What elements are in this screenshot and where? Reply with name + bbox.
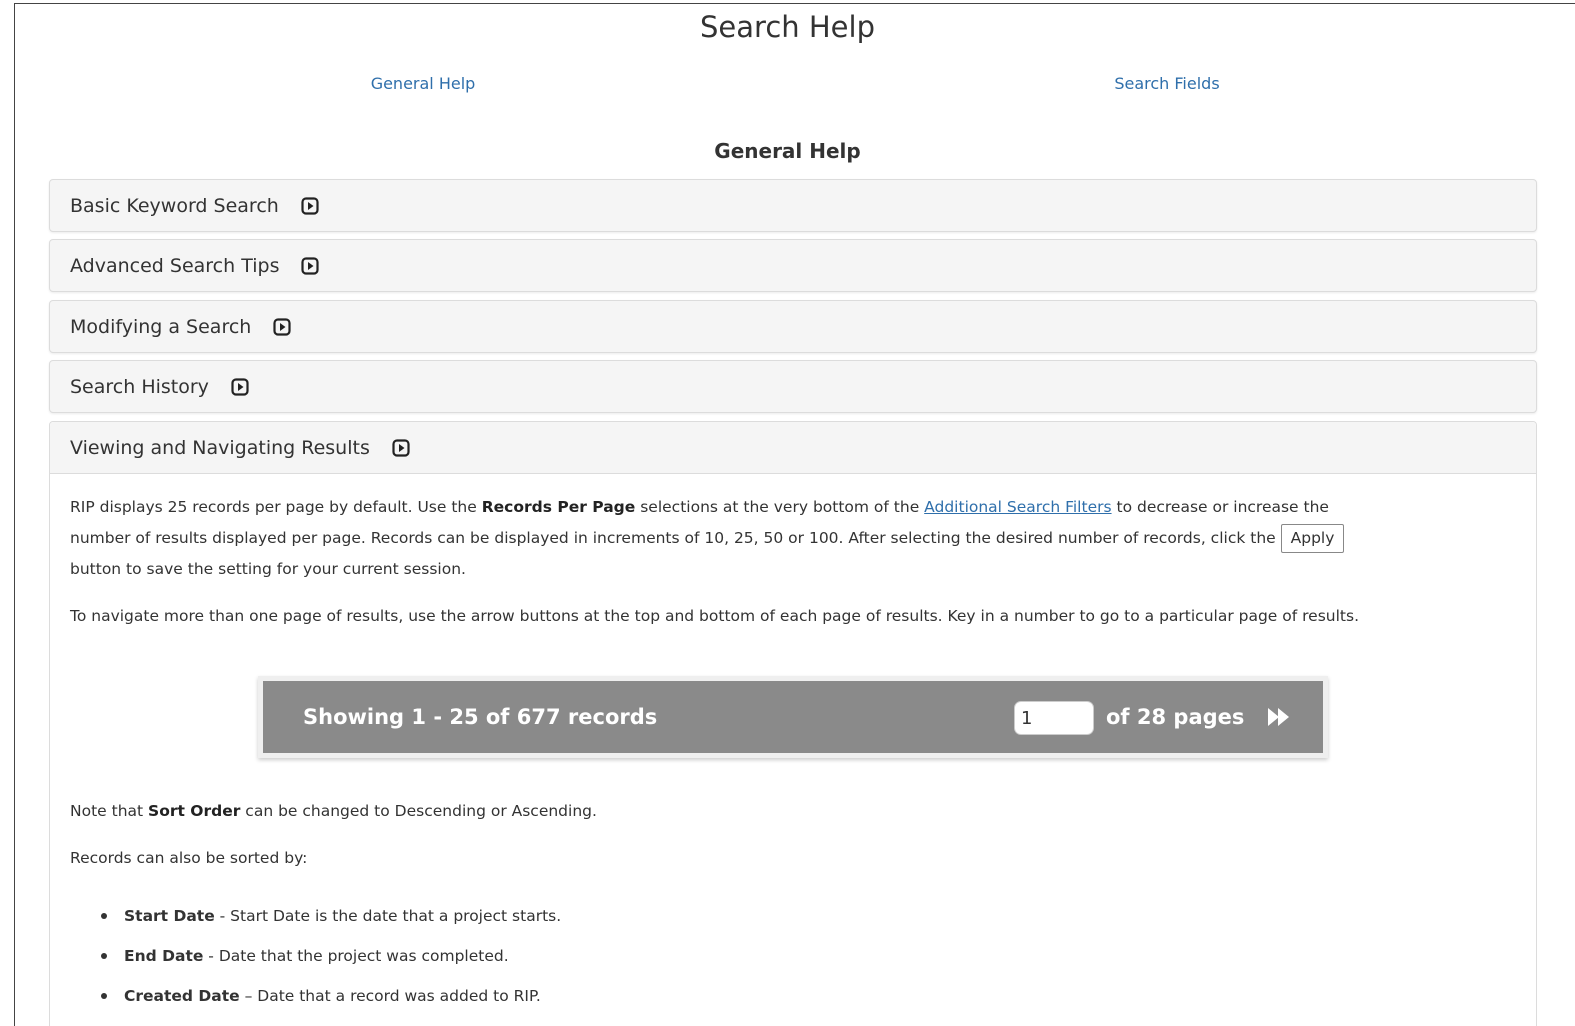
text: can be changed to Descending or Ascendin… [240,802,597,820]
records-per-page-term: Records Per Page [481,498,636,516]
accordion-modifying-a-search: Modifying a Search [49,300,1537,353]
fast-forward-icon[interactable] [1266,705,1294,729]
accordion-basic-keyword-search: Basic Keyword Search [49,179,1537,232]
sort-order-note: Note that Sort Order can be changed to D… [70,796,597,827]
accordion-advanced-search-tips: Advanced Search Tips [49,239,1537,292]
additional-search-filters-link[interactable]: Additional Search Filters [924,498,1111,516]
expand-toggle-icon[interactable] [273,317,291,336]
page-number-input[interactable] [1014,701,1094,735]
expand-toggle-icon[interactable] [301,256,320,275]
section-title: General Help [714,139,861,163]
sort-term: Start Date [124,907,215,925]
accordion-header[interactable]: Viewing and Navigating Results [70,422,410,473]
navigation-paragraph: To navigate more than one page of result… [70,607,1359,625]
total-pages-label: of 28 pages [1106,705,1245,729]
accordion-header[interactable]: Modifying a Search [70,301,291,352]
text: Note that [70,802,149,820]
accordion-label: Search History [70,375,209,398]
accordion-search-history: Search History [49,360,1537,413]
sort-term: Created Date [124,987,240,1005]
page-title: Search Help [700,10,875,44]
sort-description: – Date that a record was added to RIP. [239,987,541,1005]
text: button to save the setting for your curr… [70,560,466,578]
accordion-header[interactable]: Search History [70,361,249,412]
list-item: End Date - Date that the project was com… [100,936,561,976]
text: RIP displays 25 records per page by defa… [70,498,482,516]
sort-options-list: Start Date - Start Date is the date that… [100,896,561,1016]
accordion-label: Basic Keyword Search [70,194,279,217]
list-item: Created Date – Date that a record was ad… [100,976,561,1016]
expand-toggle-icon[interactable] [392,438,410,457]
records-per-page-paragraph: RIP displays 25 records per page by defa… [70,492,1345,585]
expand-toggle-icon[interactable] [301,196,319,215]
general-help-link[interactable]: General Help [371,74,476,93]
sorted-by-intro: Records can also be sorted by: [70,849,308,867]
accordion-label: Modifying a Search [70,315,252,338]
accordion-label: Viewing and Navigating Results [70,436,370,459]
apply-button[interactable]: Apply [1280,524,1345,553]
search-fields-link[interactable]: Search Fields [1114,74,1219,93]
expand-toggle-icon[interactable] [231,377,249,396]
sort-description: - Start Date is the date that a project … [214,907,562,925]
sort-description: - Date that the project was completed. [203,947,509,965]
text: to decrease or increase the [1111,498,1329,516]
accordion-header[interactable]: Advanced Search Tips [70,240,320,291]
sort-term: End Date [124,947,204,965]
results-pager: Showing 1 - 25 of 677 records of 28 page… [258,676,1328,758]
accordion-header[interactable]: Basic Keyword Search [70,180,319,231]
text: selections at the very bottom of the [635,498,925,516]
sort-order-term: Sort Order [148,802,241,820]
accordion-label: Advanced Search Tips [70,254,280,277]
list-item: Start Date - Start Date is the date that… [100,896,561,936]
records-count-label: Showing 1 - 25 of 677 records [303,705,658,729]
text: number of results displayed per page. Re… [70,529,1276,547]
